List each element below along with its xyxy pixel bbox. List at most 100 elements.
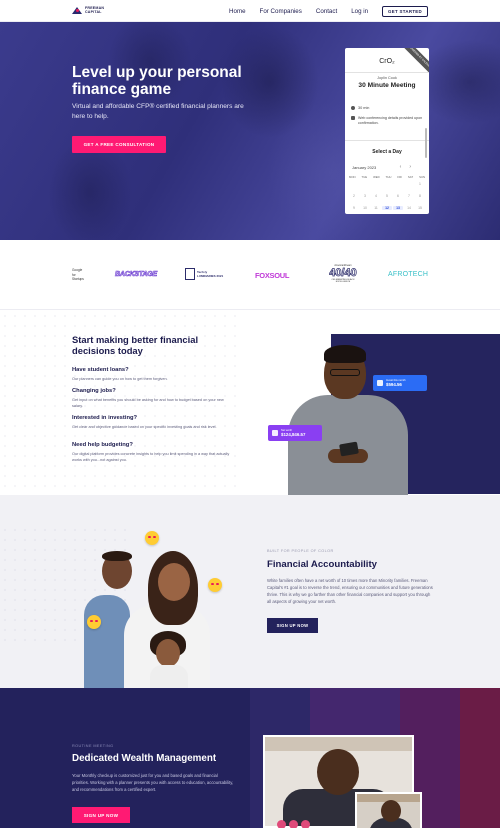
faq-question: Need help budgeting? bbox=[72, 442, 133, 448]
video-call-inset-photo bbox=[355, 792, 422, 828]
google-for-startups-logo: Google for Startups bbox=[72, 268, 84, 282]
luminaries-text: Tech.ly LUMINARIES 2021 bbox=[197, 270, 223, 278]
photo-child-shirt bbox=[150, 665, 188, 688]
calendar-day[interactable]: 10 bbox=[360, 206, 370, 210]
invest-icon bbox=[377, 380, 383, 386]
calendar-day-available[interactable]: 12 bbox=[382, 206, 392, 210]
photo-face bbox=[158, 563, 190, 601]
calendar-day[interactable]: 14 bbox=[404, 206, 414, 210]
faq-answer: Our digital platform provides concrete i… bbox=[72, 452, 230, 462]
invest-badge: Invest this month $594.56 bbox=[373, 375, 427, 391]
heart-eyes-emoji-icon bbox=[145, 531, 159, 545]
top-nav: FREEMAN CAPITAL Home For Companies Conta… bbox=[0, 0, 500, 22]
technically-luminaries-logo: Tech.ly LUMINARIES 2021 bbox=[185, 266, 227, 282]
family-photo bbox=[80, 535, 230, 688]
nav-link-login[interactable]: Log in bbox=[351, 8, 368, 15]
calendar-weekdays: MON TUE WED THU FRI SAT SUN bbox=[349, 175, 425, 179]
sign-up-now-button[interactable]: SIGN UP NOW bbox=[267, 618, 318, 633]
calendar-week: 1 bbox=[349, 182, 425, 186]
decor-stripe bbox=[460, 688, 500, 828]
luminaries-icon bbox=[185, 268, 195, 280]
next-month-icon[interactable]: › bbox=[409, 164, 419, 170]
wealth-title: Dedicated Wealth Management bbox=[72, 753, 217, 764]
photo-hair bbox=[324, 345, 366, 363]
calendar-week: 2 3 4 5 6 7 8 bbox=[349, 194, 425, 198]
wealth-kicker: ROUTINE MEETING bbox=[72, 744, 114, 748]
calendar-day bbox=[393, 182, 403, 186]
freeman-capital-logo[interactable]: FREEMAN CAPITAL bbox=[72, 6, 104, 14]
calendar-day[interactable]: 15 bbox=[415, 206, 425, 210]
duration-text: 30 min bbox=[358, 106, 370, 110]
accountability-body: White families often have a net worth of… bbox=[267, 578, 433, 604]
calendar-day[interactable]: 9 bbox=[349, 206, 359, 210]
clock-icon bbox=[351, 106, 355, 110]
calendar-day[interactable]: 2 bbox=[349, 194, 359, 198]
calendar-day bbox=[360, 182, 370, 186]
calendar-day[interactable]: 8 bbox=[415, 194, 425, 198]
weekday: SUN bbox=[419, 175, 425, 179]
calendar-day[interactable]: 4 bbox=[371, 194, 381, 198]
wealth-body: Your Monthly checkup is customized just … bbox=[72, 773, 234, 792]
logo-text: FREEMAN CAPITAL bbox=[85, 6, 105, 14]
calendar-day-available[interactable]: 13 bbox=[393, 206, 403, 210]
faq-question: Changing jobs? bbox=[72, 388, 116, 394]
accountability-title: Financial Accountability bbox=[267, 559, 377, 570]
calendar-day bbox=[404, 182, 414, 186]
nav-link-contact[interactable]: Contact bbox=[316, 8, 337, 15]
hero-subtitle: Virtual and affordable CFP® certified fi… bbox=[72, 103, 244, 120]
get-started-button[interactable]: GET STARTED bbox=[382, 5, 428, 17]
logo-text: Google bbox=[72, 268, 83, 272]
prev-month-icon[interactable]: ‹ bbox=[400, 164, 410, 170]
booking-event-title: 30 Minute Meeting bbox=[358, 82, 416, 89]
booking-logo: CrO₂ bbox=[379, 58, 395, 65]
calendar-week: 9 10 11 12 13 14 15 bbox=[349, 206, 425, 210]
weekday: MON bbox=[349, 175, 356, 179]
weekday: TUE bbox=[361, 175, 368, 179]
logo-text: 40/40 bbox=[329, 267, 357, 280]
calendar-month: January 2023 bbox=[352, 165, 377, 170]
accountability-kicker: BUILT FOR PEOPLE OF COLOR bbox=[267, 549, 334, 553]
camera-toggle-icon[interactable] bbox=[289, 820, 298, 828]
heart-eyes-emoji-icon bbox=[208, 578, 222, 592]
calendar-day[interactable]: 7 bbox=[404, 194, 414, 198]
nav-links: Home For Companies Contact Log in GET ST… bbox=[229, 0, 428, 22]
logo-text: Startups bbox=[72, 277, 84, 281]
calendar-day bbox=[371, 182, 381, 186]
calendar-day[interactable]: 5 bbox=[382, 194, 392, 198]
free-consultation-button[interactable]: GET A FREE CONSULTATION bbox=[72, 136, 166, 153]
calendar-day[interactable]: 6 bbox=[393, 194, 403, 198]
booking-duration: 30 min bbox=[351, 106, 369, 110]
web-conferencing-text: Web conferencing details provided upon c… bbox=[358, 116, 423, 125]
nav-link-home[interactable]: Home bbox=[229, 8, 246, 15]
widget-scrollbar[interactable] bbox=[425, 128, 427, 158]
logo-text: CELEBRATING BLACK EXCELLENCE bbox=[331, 279, 355, 283]
photo-hair bbox=[102, 551, 132, 561]
photo-face bbox=[381, 800, 401, 822]
mic-toggle-icon[interactable] bbox=[277, 820, 286, 828]
calendar-day bbox=[382, 182, 392, 186]
video-call-controls bbox=[277, 820, 310, 828]
booking-web-conferencing: Web conferencing details provided upon c… bbox=[351, 116, 425, 126]
faq-answer: Get input on what benefits you should be… bbox=[72, 398, 224, 408]
booking-widget: POWERED BY CALENDLY CrO₂ Joplin Cook 30 … bbox=[345, 48, 429, 214]
net-worth-icon bbox=[272, 430, 278, 436]
weekday: FRI bbox=[397, 175, 402, 179]
foxsoul-logo: FOXSOUL bbox=[255, 271, 290, 280]
photo-glasses bbox=[330, 369, 360, 376]
booking-host: Joplin Cook bbox=[377, 76, 397, 80]
afrotech-logo: AFROTECH bbox=[388, 271, 429, 278]
calendar-day[interactable]: 1 bbox=[415, 182, 425, 186]
end-call-icon[interactable] bbox=[301, 820, 310, 828]
faq-answer: Our planners can guide you on how to get… bbox=[72, 377, 168, 381]
video-camera-icon bbox=[351, 116, 355, 120]
hero-title: Level up your personal finance game bbox=[72, 64, 242, 98]
calendar-day[interactable]: 11 bbox=[371, 206, 381, 210]
divider bbox=[345, 72, 429, 73]
man-with-phone-photo bbox=[288, 345, 408, 495]
nav-link-for-companies[interactable]: For Companies bbox=[260, 8, 302, 15]
faq-question: Interested in investing? bbox=[72, 415, 138, 421]
calendar-day[interactable]: 3 bbox=[360, 194, 370, 198]
weekday: SAT bbox=[407, 175, 414, 179]
weekday: WED bbox=[373, 175, 380, 179]
sign-up-now-button[interactable]: SIGN UP NOW bbox=[72, 807, 130, 823]
